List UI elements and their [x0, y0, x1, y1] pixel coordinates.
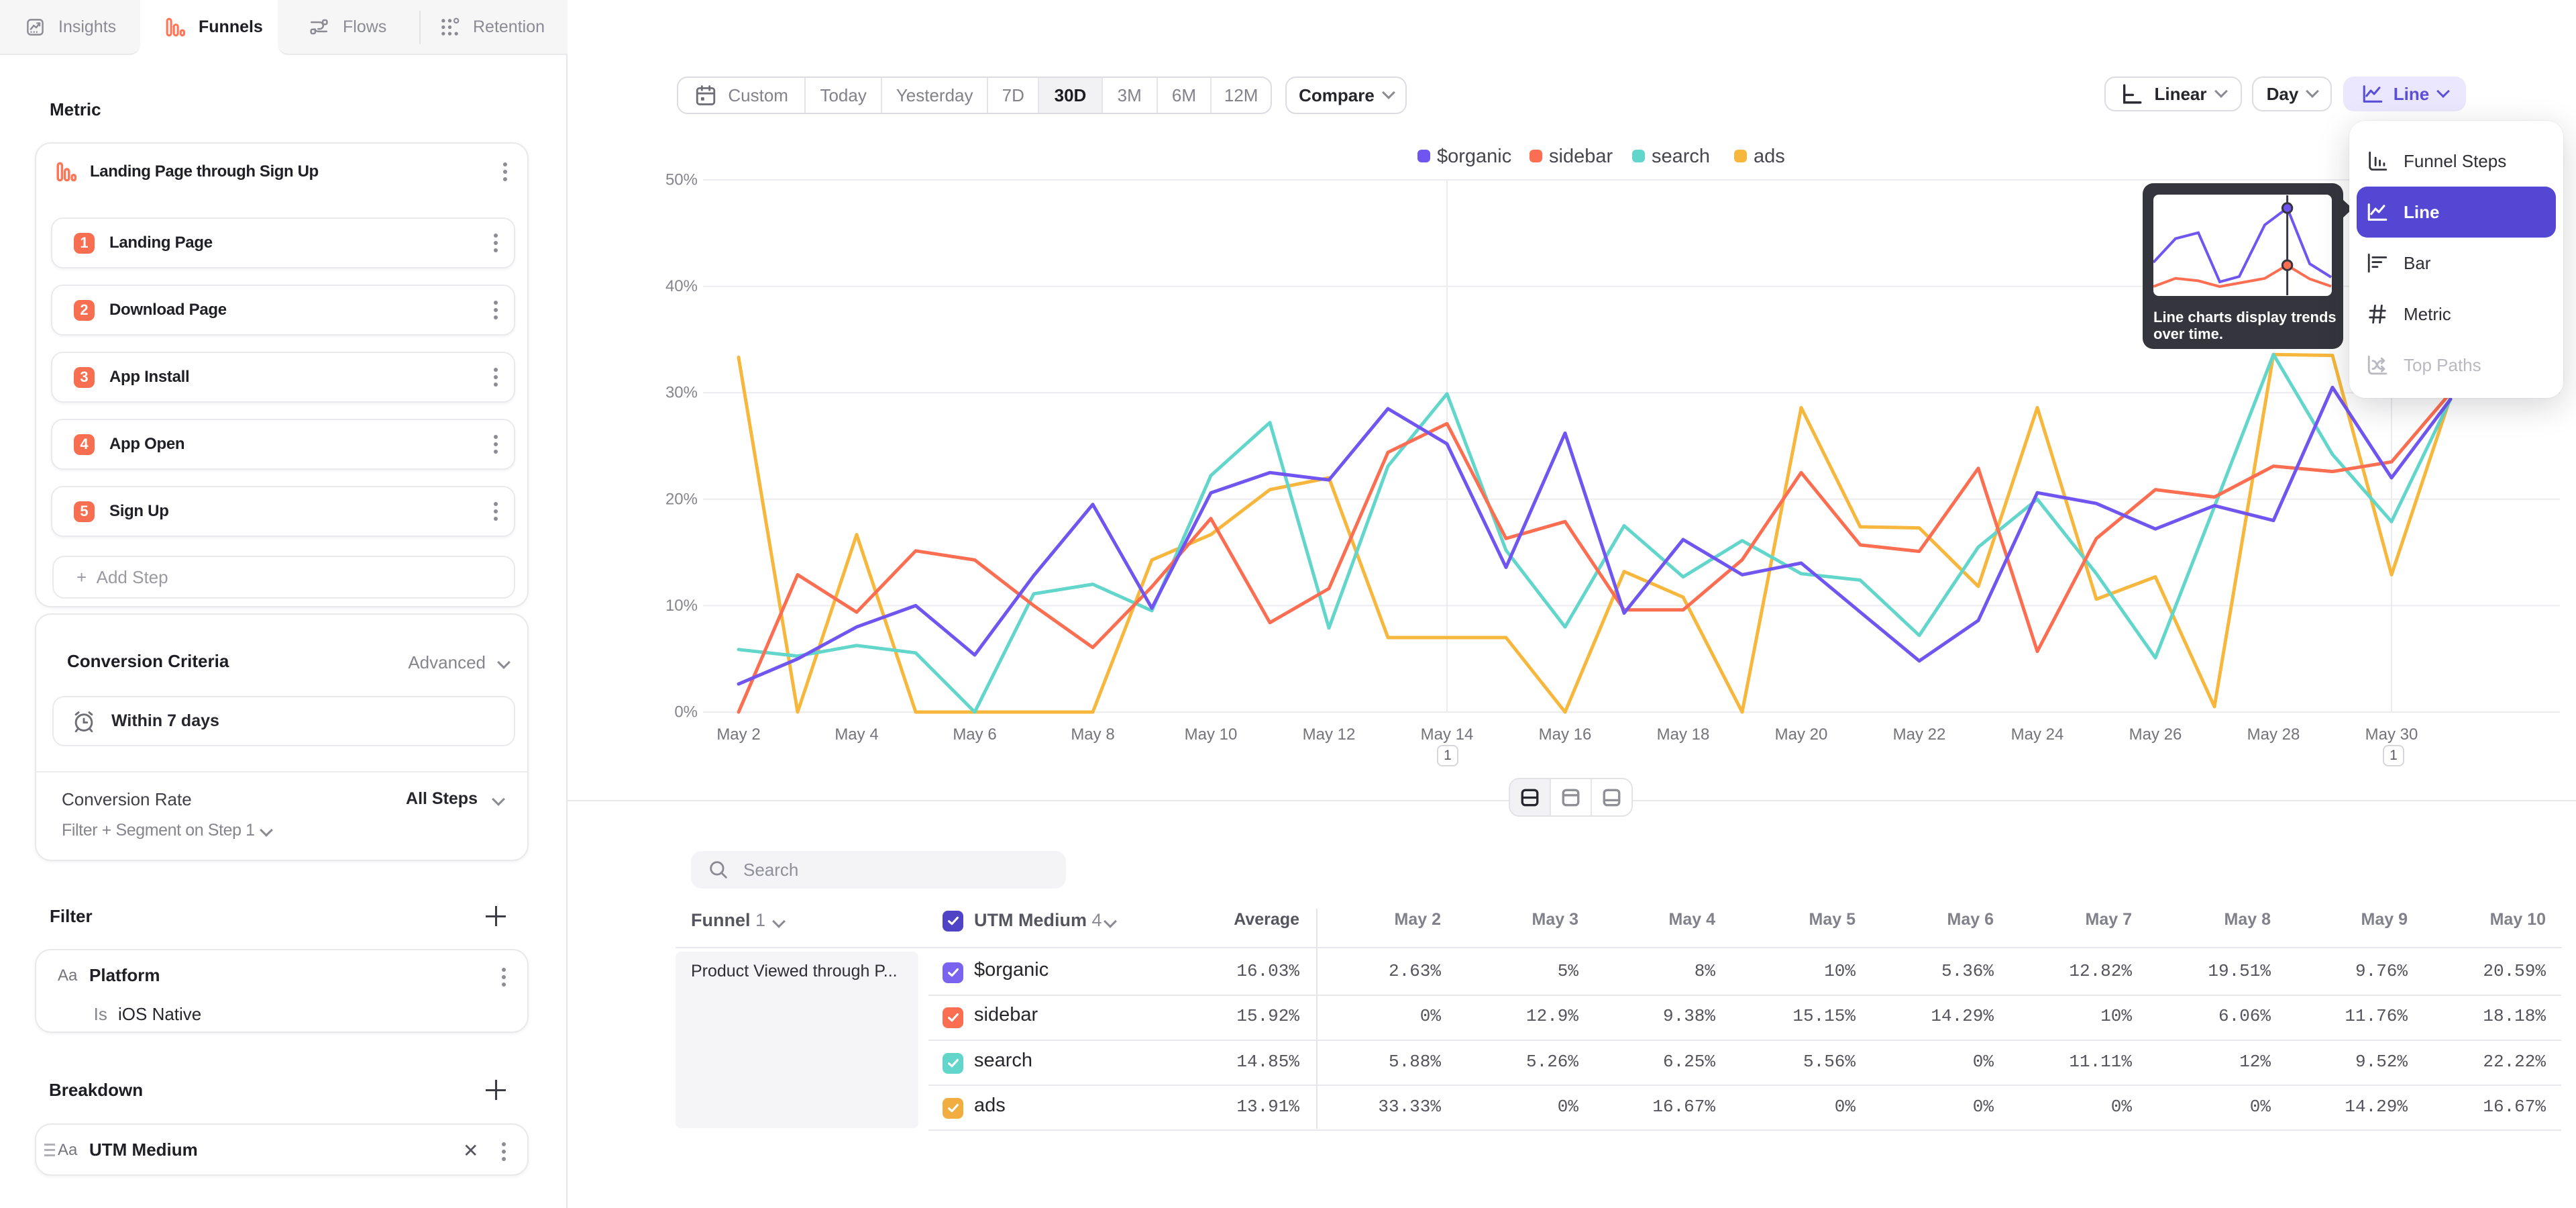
svg-text:10%: 10% [665, 597, 698, 615]
svg-text:50%: 50% [665, 171, 698, 189]
svg-text:40%: 40% [665, 277, 698, 295]
svg-text:May 8: May 8 [1071, 725, 1114, 744]
svg-text:30%: 30% [665, 384, 698, 402]
svg-text:May 26: May 26 [2129, 725, 2182, 744]
svg-text:May 12: May 12 [1303, 725, 1356, 744]
svg-text:May 18: May 18 [1657, 725, 1710, 744]
svg-text:May 2: May 2 [716, 725, 760, 744]
svg-text:0%: 0% [674, 703, 698, 721]
svg-text:May 14: May 14 [1421, 725, 1474, 744]
svg-text:May 30: May 30 [2365, 725, 2418, 744]
svg-text:May 28: May 28 [2247, 725, 2300, 744]
svg-text:May 20: May 20 [1775, 725, 1828, 744]
svg-text:May 10: May 10 [1185, 725, 1238, 744]
svg-text:May 6: May 6 [953, 725, 996, 744]
svg-text:May 22: May 22 [1893, 725, 1946, 744]
svg-text:May 16: May 16 [1539, 725, 1592, 744]
svg-text:20%: 20% [665, 490, 698, 508]
svg-text:May 24: May 24 [2011, 725, 2064, 744]
svg-text:May 4: May 4 [835, 725, 878, 744]
